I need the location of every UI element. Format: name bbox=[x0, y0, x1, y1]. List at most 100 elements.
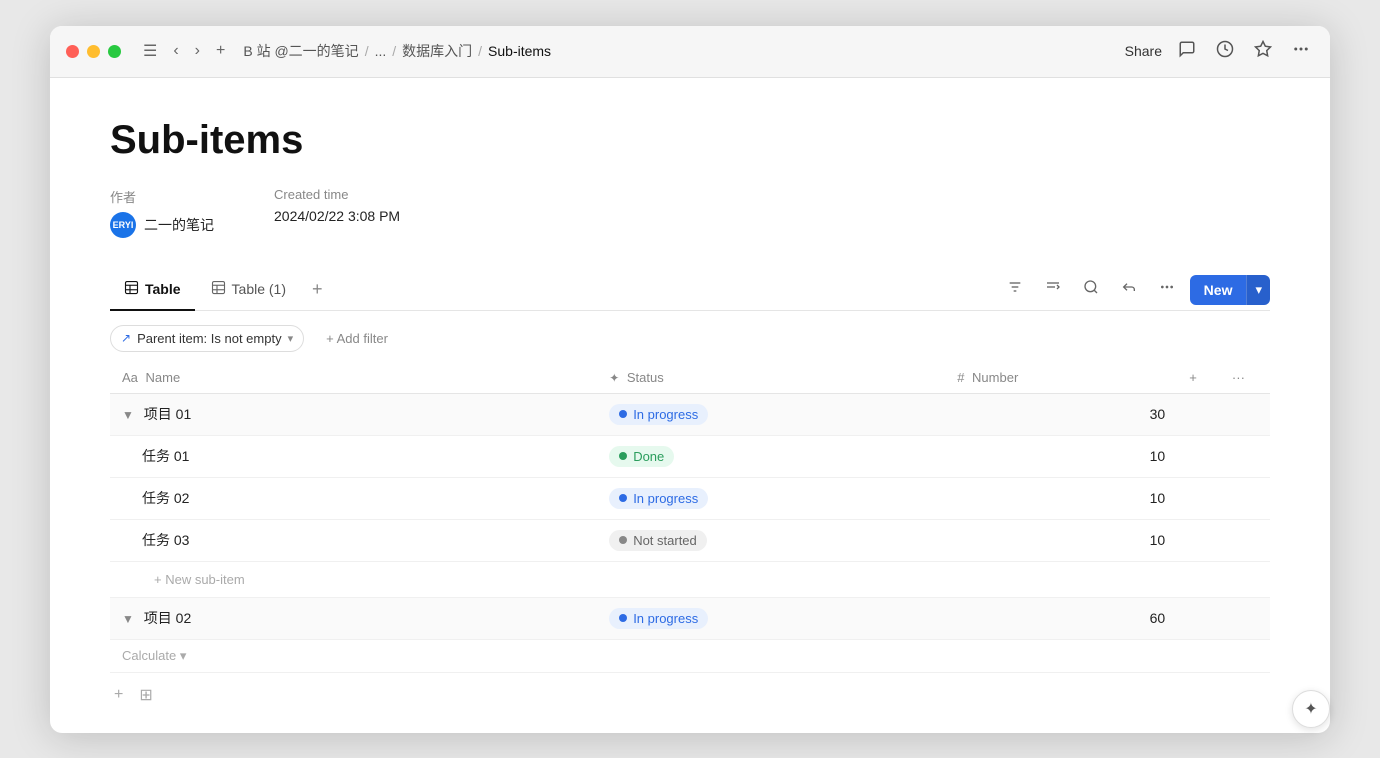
row-name-value: 项目 01 bbox=[144, 406, 191, 422]
column-more-button[interactable]: ··· bbox=[1220, 362, 1270, 394]
row-extra-xm02 bbox=[1177, 597, 1220, 639]
breadcrumb-sep-3: / bbox=[478, 43, 482, 59]
breadcrumb-item-1[interactable]: B 站 @二一的笔记 bbox=[243, 41, 358, 61]
filter-chip-icon: ↗ bbox=[121, 331, 131, 345]
add-row-button[interactable]: + bbox=[110, 682, 127, 708]
name-col-icon: Aa bbox=[122, 370, 138, 385]
ai-sparkle-button[interactable]: ✦ bbox=[1292, 690, 1330, 728]
add-column-button[interactable]: + bbox=[1177, 362, 1220, 394]
calculate-cell-2 bbox=[597, 639, 945, 672]
search-button[interactable] bbox=[1076, 274, 1106, 305]
author-name: 二一的笔记 bbox=[144, 215, 214, 235]
row-extra2-rw01 bbox=[1220, 435, 1270, 477]
row-extra-xm01 bbox=[1177, 393, 1220, 435]
row-extra-rw03 bbox=[1177, 519, 1220, 561]
status-label: In progress bbox=[633, 491, 698, 506]
calculate-button[interactable]: Calculate ▾ bbox=[122, 648, 186, 664]
row-status-rw03: Not started bbox=[597, 519, 945, 561]
breadcrumb-item-2[interactable]: ... bbox=[375, 43, 387, 59]
row-number-rw01: 10 bbox=[945, 435, 1177, 477]
titlebar-actions: Share bbox=[1125, 36, 1314, 67]
toolbar: New ▾ bbox=[1000, 274, 1270, 305]
row-status-rw02: In progress bbox=[597, 477, 945, 519]
maximize-button[interactable] bbox=[108, 45, 121, 58]
row-name-xm01[interactable]: ▼ 项目 01 bbox=[110, 393, 597, 435]
add-page-button[interactable]: + bbox=[210, 38, 231, 64]
new-button[interactable]: New bbox=[1190, 275, 1247, 305]
status-label: Not started bbox=[633, 533, 697, 548]
new-subitem-row: + New sub-item bbox=[110, 561, 1270, 597]
new-dropdown-arrow[interactable]: ▾ bbox=[1246, 275, 1270, 305]
status-badge: In progress bbox=[609, 608, 708, 629]
status-dot bbox=[619, 410, 627, 418]
table-row: ▼ 项目 01 In progress 30 bbox=[110, 393, 1270, 435]
add-filter-button[interactable]: + Add filter bbox=[316, 326, 398, 351]
status-col-icon: ✦ bbox=[609, 371, 619, 385]
table-row: 任务 03 Not started 10 bbox=[110, 519, 1270, 561]
row-extra-rw02 bbox=[1177, 477, 1220, 519]
row-number-rw02: 10 bbox=[945, 477, 1177, 519]
tab-table-1[interactable]: Table (1) bbox=[197, 270, 300, 311]
sub-item-button[interactable] bbox=[1114, 274, 1144, 305]
status-dot bbox=[619, 536, 627, 544]
row-extra2-xm02 bbox=[1220, 597, 1270, 639]
calculate-row: Calculate ▾ bbox=[110, 639, 1270, 672]
forward-button[interactable]: › bbox=[189, 38, 206, 64]
collapse-icon-2[interactable]: ▼ bbox=[122, 612, 134, 626]
row-name-xm02[interactable]: ▼ 项目 02 bbox=[110, 597, 597, 639]
tab-table[interactable]: Table bbox=[110, 270, 195, 311]
comment-icon[interactable] bbox=[1174, 36, 1200, 67]
star-icon[interactable] bbox=[1250, 36, 1276, 67]
name-col-label: Name bbox=[146, 370, 181, 385]
share-button[interactable]: Share bbox=[1125, 43, 1162, 59]
avatar: ERYI bbox=[110, 212, 136, 238]
row-extra2-rw02 bbox=[1220, 477, 1270, 519]
more-options-button[interactable] bbox=[1152, 274, 1182, 305]
grid-view-button[interactable]: ⊞ bbox=[135, 681, 156, 709]
row-status-rw01: Done bbox=[597, 435, 945, 477]
row-status-xm02: In progress bbox=[597, 597, 945, 639]
collapse-icon[interactable]: ▼ bbox=[122, 408, 134, 422]
new-button-group: New ▾ bbox=[1190, 275, 1270, 305]
close-button[interactable] bbox=[66, 45, 79, 58]
new-subitem-cell: + New sub-item bbox=[110, 561, 1270, 597]
row-extra-rw01 bbox=[1177, 435, 1220, 477]
breadcrumb: B 站 @二一的笔记 / ... / 数据库入门 / Sub-items bbox=[243, 41, 1124, 61]
created-label: Created time bbox=[274, 187, 400, 202]
number-col-label: Number bbox=[972, 370, 1018, 385]
row-number-rw03: 10 bbox=[945, 519, 1177, 561]
add-tab-button[interactable]: + bbox=[302, 273, 333, 306]
menu-icon[interactable]: ☰ bbox=[137, 37, 163, 65]
table-row: ▼ 项目 02 In progress 60 bbox=[110, 597, 1270, 639]
row-name-rw01[interactable]: 任务 01 bbox=[110, 435, 597, 477]
bottom-bar: + ⊞ bbox=[110, 673, 1270, 713]
titlebar: ☰ ‹ › + B 站 @二一的笔记 / ... / 数据库入门 / Sub-i… bbox=[50, 26, 1330, 78]
more-menu-icon[interactable] bbox=[1288, 36, 1314, 67]
breadcrumb-current: Sub-items bbox=[488, 43, 551, 59]
new-subitem-button[interactable]: + New sub-item bbox=[122, 572, 245, 587]
col-header-status: ✦ Status bbox=[597, 362, 945, 394]
back-button[interactable]: ‹ bbox=[167, 38, 184, 64]
table-icon bbox=[124, 280, 139, 299]
main-content: Sub-items 作者 ERYI 二一的笔记 Created time 202… bbox=[50, 78, 1330, 733]
filter-chip-label: Parent item: Is not empty bbox=[137, 331, 282, 346]
page-title: Sub-items bbox=[110, 118, 1270, 163]
created-date: 2024/02/22 3:08 PM bbox=[274, 208, 400, 224]
tabs-left: Table Table (1) + bbox=[110, 270, 1000, 310]
calculate-arrow: ▾ bbox=[180, 648, 187, 663]
row-name-rw03[interactable]: 任务 03 bbox=[110, 519, 597, 561]
status-dot bbox=[619, 452, 627, 460]
status-dot bbox=[619, 494, 627, 502]
minimize-button[interactable] bbox=[87, 45, 100, 58]
sort-button[interactable] bbox=[1038, 274, 1068, 305]
row-name-rw02[interactable]: 任务 02 bbox=[110, 477, 597, 519]
status-dot bbox=[619, 614, 627, 622]
breadcrumb-item-3[interactable]: 数据库入门 bbox=[402, 41, 472, 61]
filter-chip-parent-item[interactable]: ↗ Parent item: Is not empty ▾ bbox=[110, 325, 304, 352]
col-header-number: # Number bbox=[945, 362, 1177, 394]
filter-button[interactable] bbox=[1000, 274, 1030, 305]
calculate-cell: Calculate ▾ bbox=[110, 639, 597, 672]
created-meta: Created time 2024/02/22 3:08 PM bbox=[274, 187, 400, 238]
author-meta: 作者 ERYI 二一的笔记 bbox=[110, 187, 214, 238]
history-icon[interactable] bbox=[1212, 36, 1238, 67]
